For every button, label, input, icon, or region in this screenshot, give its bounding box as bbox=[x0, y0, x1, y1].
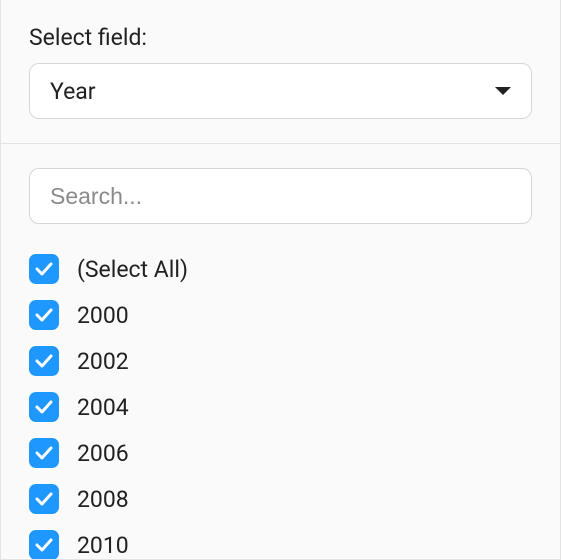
option-row[interactable]: 2008 bbox=[29, 476, 552, 522]
checkbox-checked-icon[interactable] bbox=[29, 254, 59, 284]
option-label: 2006 bbox=[77, 440, 129, 467]
checkbox-checked-icon[interactable] bbox=[29, 484, 59, 514]
checkbox-checked-icon[interactable] bbox=[29, 438, 59, 468]
option-row[interactable]: 2010 bbox=[29, 522, 552, 559]
option-label: 2008 bbox=[77, 486, 129, 513]
options-section: (Select All) 200020022004200620082010201… bbox=[1, 144, 560, 559]
option-label: 2010 bbox=[77, 532, 129, 559]
option-label: 2002 bbox=[77, 348, 129, 375]
search-input[interactable] bbox=[29, 168, 532, 224]
field-dropdown-display[interactable]: Year bbox=[29, 63, 532, 119]
checkbox-checked-icon[interactable] bbox=[29, 346, 59, 376]
checkbox-checked-icon[interactable] bbox=[29, 300, 59, 330]
checkbox-checked-icon[interactable] bbox=[29, 392, 59, 422]
option-label: (Select All) bbox=[77, 256, 188, 283]
options-list[interactable]: (Select All) 200020022004200620082010201… bbox=[29, 246, 560, 559]
option-row[interactable]: 2002 bbox=[29, 338, 552, 384]
option-row[interactable]: 2000 bbox=[29, 292, 552, 338]
select-field-section: Select field: Year bbox=[1, 0, 560, 144]
select-field-label: Select field: bbox=[29, 24, 532, 51]
field-dropdown-value: Year bbox=[50, 78, 96, 105]
option-row[interactable]: 2006 bbox=[29, 430, 552, 476]
option-label: 2000 bbox=[77, 302, 129, 329]
option-select-all[interactable]: (Select All) bbox=[29, 246, 552, 292]
option-row[interactable]: 2004 bbox=[29, 384, 552, 430]
field-dropdown[interactable]: Year bbox=[29, 63, 532, 119]
checkbox-checked-icon[interactable] bbox=[29, 530, 59, 559]
filter-panel: Select field: Year (Select All) 2000 2002… bbox=[0, 0, 561, 560]
option-label: 2004 bbox=[77, 394, 129, 421]
